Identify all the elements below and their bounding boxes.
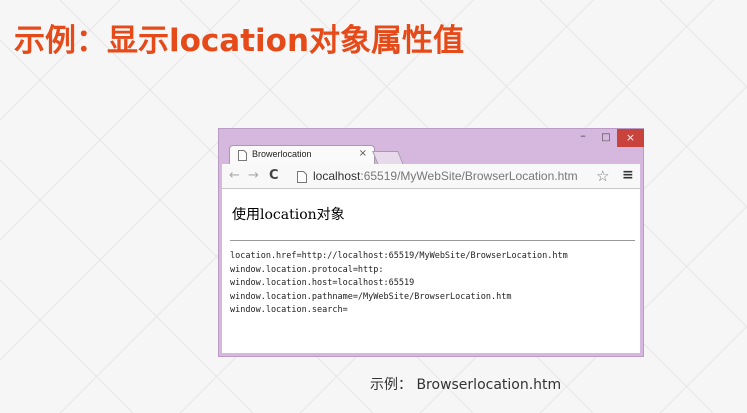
page-icon [297, 171, 307, 183]
bookmark-star-icon[interactable]: ☆ [596, 167, 609, 185]
output-line: location.href=http://localhost:65519/MyW… [230, 251, 568, 261]
tab-title: Browerlocation [252, 149, 312, 159]
slide-title: 示例：显示location对象属性值 [14, 23, 465, 59]
minimize-button[interactable]: – [572, 129, 594, 147]
reload-icon[interactable]: C [269, 168, 279, 184]
page-content: 使用location对象 location.href=http://localh… [222, 189, 640, 353]
browser-tab[interactable]: Browerlocation × [229, 145, 375, 165]
browser-toolbar: ← → C localhost:65519/MyWebSite/BrowserL… [222, 164, 640, 189]
page-heading: 使用location对象 [232, 207, 345, 223]
maximize-button[interactable]: □ [595, 129, 617, 147]
output-lines: location.href=http://localhost:65519/MyW… [230, 250, 568, 318]
address-bar[interactable]: localhost:65519/MyWebSite/BrowserLocatio… [313, 168, 578, 184]
horizontal-rule [230, 240, 635, 241]
menu-icon[interactable]: ≡ [622, 167, 634, 183]
tab-close-icon[interactable]: × [359, 148, 367, 159]
forward-arrow-icon[interactable]: → [248, 168, 259, 184]
browser-window: – □ × Browerlocation × ← → C localhost:6… [218, 128, 644, 357]
url-host: localhost [313, 169, 361, 183]
output-line: window.location.pathname=/MyWebSite/Brow… [230, 291, 512, 302]
slide-caption: 示例： Browserlocation.htm [370, 377, 562, 393]
back-arrow-icon[interactable]: ← [229, 168, 240, 184]
output-line: window.location.search= [230, 305, 348, 315]
new-tab-button[interactable] [372, 151, 404, 165]
output-line: window.location.host=localhost:65519 [230, 278, 415, 288]
page-icon [238, 150, 247, 161]
output-line: window.location.protocal=http: [230, 264, 384, 275]
close-window-button[interactable]: × [617, 129, 644, 147]
url-path: :65519/MyWebSite/BrowserLocation.htm [360, 169, 578, 183]
